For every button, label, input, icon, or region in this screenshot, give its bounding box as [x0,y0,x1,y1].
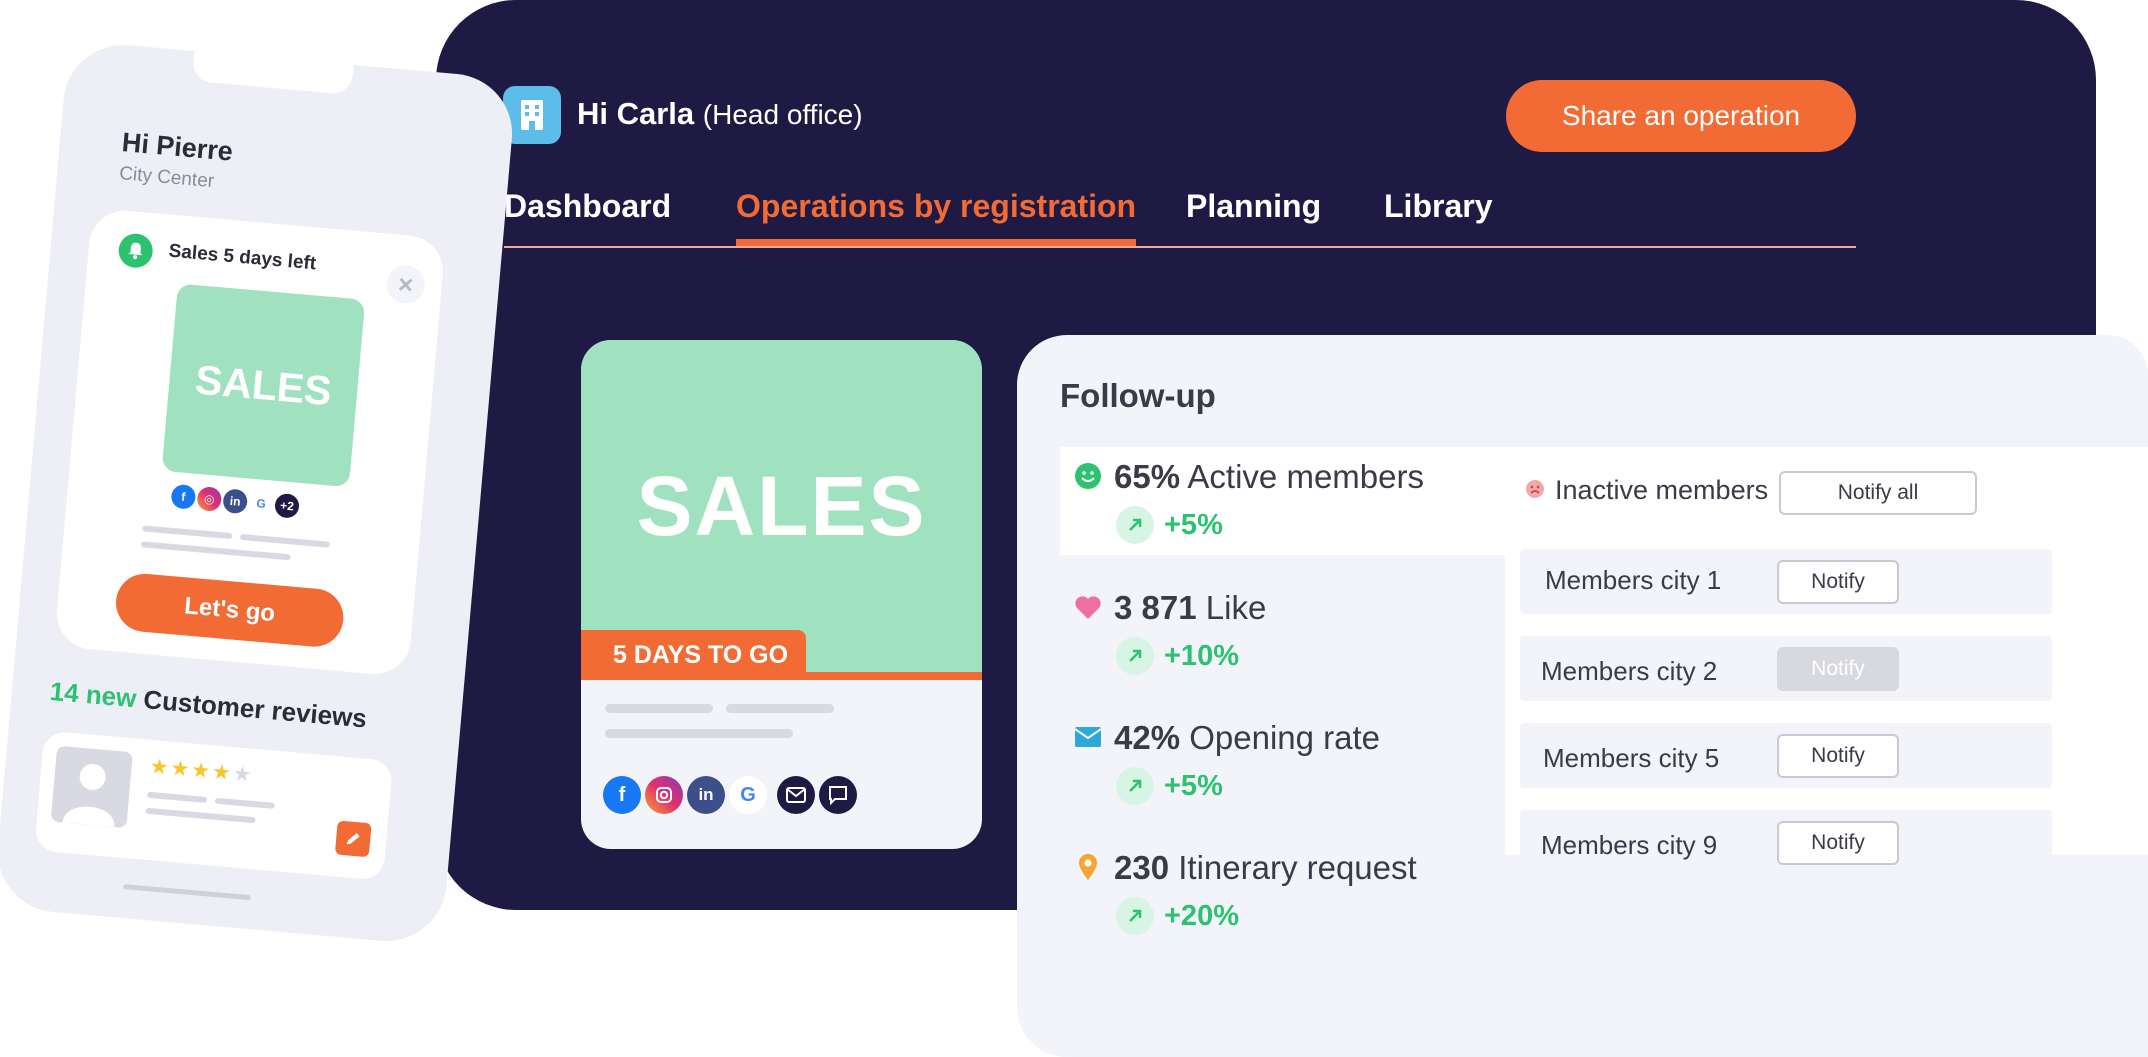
placeholder-line [214,797,276,809]
notify-button-disabled[interactable]: Notify [1777,647,1899,691]
tab-operations-by-registration[interactable]: Operations by registration [736,188,1137,246]
avatar [50,745,133,829]
city-label: Members city 5 [1543,743,1720,773]
inactive-members-label: Inactive members [1555,475,1769,505]
phone-notch [191,51,354,95]
notify-button[interactable]: Notify [1777,560,1899,604]
reviews-count: 14 new [48,675,138,714]
stat-text: 3 871 Like [1114,589,1266,627]
stat-text: 65% Active members [1114,458,1424,496]
trend-up-icon [1116,506,1154,544]
trend-up-icon [1116,767,1154,805]
stat-text: 230 Itinerary request [1114,849,1417,887]
city-label: Members city 2 [1541,656,1718,686]
stat-label: Like [1205,589,1267,626]
smile-icon [1074,462,1102,490]
reviews-heading: 14 new Customer reviews [49,676,368,735]
stat-value: 65% [1114,458,1181,495]
linkedin-icon: in [687,776,725,814]
city-label: Members city 9 [1541,830,1718,860]
placeholder-line [726,704,834,713]
followup-title: Follow-up [1060,377,1216,414]
phone-location: City Center [118,162,215,193]
stat-delta-value: +20% [1164,899,1239,932]
stat-delta: +10% [1116,637,1239,675]
instagram-icon: ◎ [196,486,223,513]
placeholder-line [145,807,256,824]
review-card[interactable]: ★★★★★ [34,730,394,881]
stat-delta: +5% [1116,767,1223,805]
message-icon [819,776,857,814]
followup-panel: Follow-up 65% Active members +5% 3 871 L… [1017,335,2148,1057]
inactive-members-heading: Inactive members [1525,475,1768,506]
notify-button[interactable]: Notify [1777,821,1899,865]
greeting-name: Hi Carla [577,96,695,131]
tab-planning[interactable]: Planning [1186,188,1321,246]
notify-button[interactable]: Notify [1777,734,1899,778]
stat-label: Itinerary request [1178,849,1417,886]
placeholder-line [239,533,331,548]
pencil-icon[interactable] [334,820,372,858]
linkedin-icon: in [222,488,249,515]
channel-icons: f in G [603,776,857,814]
stat-label: Opening rate [1189,719,1381,756]
phone-alert-text: Sales 5 days left [167,240,317,275]
instagram-icon [645,776,683,814]
trend-up-icon [1116,637,1154,675]
facebook-icon: f [170,483,197,510]
stat-delta-value: +5% [1164,769,1223,802]
placeholder-line [605,729,793,738]
stat-value: 42% [1114,719,1181,756]
countdown-badge: 5 DAYS TO GO [581,630,806,680]
phone-sales-image: SALES [161,283,366,488]
phone-channel-icons: f ◎ in G +2 [170,483,301,519]
google-icon: G [248,490,275,517]
sad-face-icon [1525,475,1545,506]
heart-icon [1074,593,1102,621]
greeting-subtitle: (Head office) [702,99,863,130]
greeting: Hi Carla (Head office) [577,96,863,132]
star-rating: ★★★★★ [148,754,255,787]
stat-delta-value: +10% [1164,639,1239,672]
location-pin-icon [1074,853,1102,881]
tab-library[interactable]: Library [1384,188,1492,246]
share-operation-button[interactable]: Share an operation [1506,80,1856,152]
notify-all-button[interactable]: Notify all [1779,471,1977,515]
stat-delta: +5% [1116,506,1223,544]
reviews-label: Customer reviews [142,684,369,734]
placeholder-line [147,791,208,803]
phone-greeting: Hi Pierre [120,127,235,167]
stat-label: Active members [1187,458,1424,495]
sales-banner-text: SALES [636,459,927,553]
sales-operation-card[interactable]: SALES 5 DAYS TO GO f in G [581,340,982,849]
trend-up-icon [1116,897,1154,935]
stat-value: 3 871 [1114,589,1197,626]
bell-icon [117,232,155,270]
close-icon[interactable]: × [385,263,427,305]
more-channels-badge: +2 [274,492,301,519]
city-row: Members city 5 Notify [1520,723,2052,788]
facebook-icon: f [603,776,641,814]
city-row: Members city 9 Notify [1520,810,2052,875]
stat-text: 42% Opening rate [1114,719,1380,757]
google-icon: G [729,776,767,814]
placeholder-line [605,704,713,713]
tab-dashboard[interactable]: Dashboard [504,188,671,246]
envelope-icon [1074,723,1102,751]
home-indicator [122,884,251,901]
lets-go-button[interactable]: Let's go [113,571,346,650]
phone-notification-card: Sales 5 days left × SALES f ◎ in G +2 Le… [53,207,446,677]
phone-mockup: Hi Pierre City Center Sales 5 days left … [0,40,518,946]
city-row: Members city 2 Notify [1520,636,2052,701]
email-icon [777,776,815,814]
placeholder-line [142,525,233,540]
main-tabs: Dashboard Operations by registration Pla… [504,188,1856,248]
city-label: Members city 1 [1545,565,1722,595]
placeholder-line [140,541,291,561]
city-row: Members city 1 Notify [1520,549,2052,614]
stat-value: 230 [1114,849,1170,886]
stat-delta-value: +5% [1164,508,1223,541]
stat-delta: +20% [1116,897,1239,935]
